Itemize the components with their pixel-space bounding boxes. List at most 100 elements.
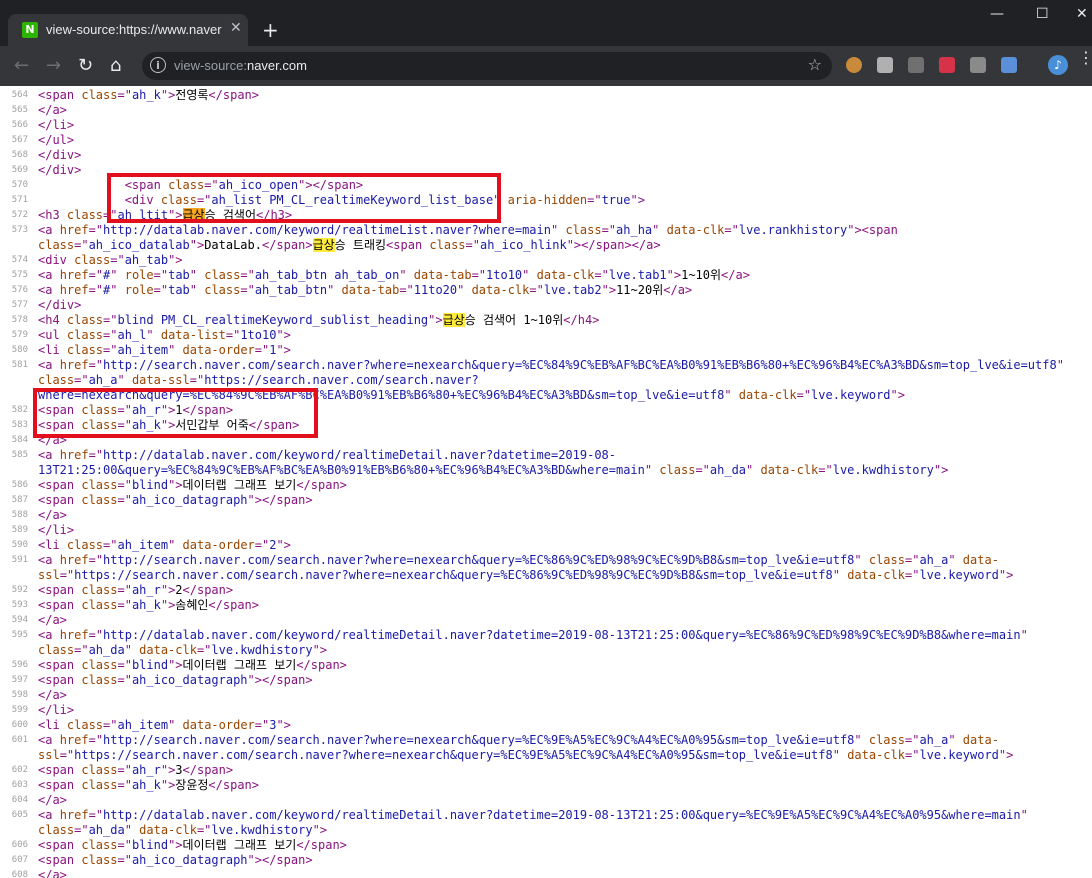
code-token: "> [160,763,176,777]
code-token: "> [276,343,291,357]
highlighted-text: 급상 [312,238,335,252]
code-token: lve.rankhistory [738,223,848,237]
code-token: </h4> [563,313,600,327]
source-line: 588 </a> [0,508,1092,523]
code-token: class [868,733,905,747]
line-number: 589 [11,525,28,535]
code-token: " [146,328,161,342]
code-token: data-clk [666,223,725,237]
info-extension-icon[interactable] [970,57,986,73]
source-code: <a href="http://datalab.naver.com/keywor… [38,808,1028,823]
code-token: =" [153,268,169,282]
code-token: " [117,373,132,387]
source-line: 575 <a href="#" role="tab" class="ah_tab_… [0,268,1092,283]
source-code: </a> [38,613,67,628]
source-code: </a> [38,508,67,523]
checkmark-extension-icon[interactable] [908,57,924,73]
close-window-button[interactable]: ✕ [1076,6,1088,22]
line-number: 595 [11,630,28,640]
source-line: class="ah_da" data-clk="lve.kwdhistory"> [0,643,1092,658]
bookmark-star-icon[interactable]: ☆ [808,55,822,74]
code-token: <a [38,808,60,822]
source-line: 579 <ul class="ah_l" data-list="1to10"> [0,328,1092,343]
profile-avatar[interactable]: ♪ [1048,55,1068,75]
maximize-button[interactable]: ☐ [1036,6,1049,22]
code-token: </a> [38,688,67,702]
line-number: 564 [11,90,28,100]
line-number: 579 [11,330,28,340]
close-icon[interactable]: ✕ [230,20,242,36]
code-token: class [81,838,118,852]
line-number: 607 [11,855,28,865]
line-number: 565 [11,105,28,115]
code-token: href [59,223,89,237]
line-number: 584 [11,435,28,445]
address-bar[interactable]: i view-source:naver.com ☆ [142,52,832,80]
line-number: 598 [11,690,28,700]
source-line: 591 <a href="http://search.naver.com/sear… [0,553,1092,568]
code-token: ah_da [709,463,747,477]
code-token: </li> [38,703,75,717]
code-token: http://search.naver.com/search.naver?whe… [103,553,855,567]
code-token: =" [465,238,480,252]
printer-extension-icon[interactable] [877,57,893,73]
code-token: " [124,823,140,837]
line-number: 568 [11,150,28,160]
code-token: class [38,823,75,837]
minimize-button[interactable]: — [990,6,1004,22]
line-number: 591 [11,555,28,565]
back-arrow-icon[interactable]: ← [14,55,29,76]
forward-arrow-icon[interactable]: → [46,55,61,76]
source-line: class="ah_a" data-ssl="https://search.na… [0,373,1092,388]
line-number: 601 [11,735,28,745]
code-token: " [189,283,205,297]
code-token: <span [38,88,82,102]
source-code: <span class="ah_k">솜혜인</span> [38,598,259,613]
source-line: 565 </a> [0,103,1092,118]
source-line: 592 <span class="ah_r">2</span> [0,583,1092,598]
code-token: =" [59,568,75,582]
line-number: 596 [11,660,28,670]
new-tab-button[interactable]: + [262,18,279,42]
red-triangle-extension-icon[interactable] [939,57,955,73]
window-extension-icon[interactable] [1001,57,1017,73]
browser-tab[interactable]: N view-source:https://www.naver.c ✕ [8,14,248,46]
code-token: data-clk [738,388,797,402]
code-token: <a [38,628,60,642]
code-token: =" [88,358,104,372]
home-icon[interactable]: ⌂ [110,55,121,76]
info-icon[interactable]: i [150,57,166,73]
code-token: <span [386,238,430,252]
code-token: class [81,673,118,687]
code-token: lve.tab1 [608,268,667,282]
code-token: </div> [38,298,82,312]
code-token: http://search.naver.com/search.naver?whe… [103,358,1057,372]
source-line: 574 <div class="ah_tab"> [0,253,1092,268]
source-line: 573 <a href="http://datalab.naver.com/key… [0,223,1092,238]
url-text[interactable]: view-source:naver.com [174,58,307,73]
code-token: =" [818,463,833,477]
cookie-extension-icon[interactable] [846,57,862,73]
source-code: <span class="ah_ico_datagraph"></span> [38,853,313,868]
code-token: "></span></a> [566,238,661,252]
code-token: " [189,268,205,282]
code-token: " [854,733,869,747]
code-token: =" [196,643,212,657]
code-token: " [327,283,342,297]
code-token: data-tab [341,283,400,297]
line-number: 575 [11,270,28,280]
code-token: href [59,553,89,567]
source-line: 578 <h4 class="blind PM_CL_realtimeKeywor… [0,313,1092,328]
source-code: class="ah_da" data-clk="lve.kwdhistory"> [38,823,327,838]
source-code: class="ah_ico_datalab">DataLab.</span>급상… [38,238,661,253]
source-code: <span class="ah_ico_datagraph"></span> [38,673,313,688]
code-token: "> [890,388,905,402]
code-token: ah_item [117,718,169,732]
code-token: </span> [261,238,313,252]
menu-dots-icon[interactable]: ⋮ [1078,50,1092,66]
reload-icon[interactable]: ↻ [78,55,93,76]
code-token: data-clk [139,643,197,657]
code-token: blind [131,478,169,492]
line-number: 583 [11,420,28,430]
line-number: 571 [11,195,28,205]
